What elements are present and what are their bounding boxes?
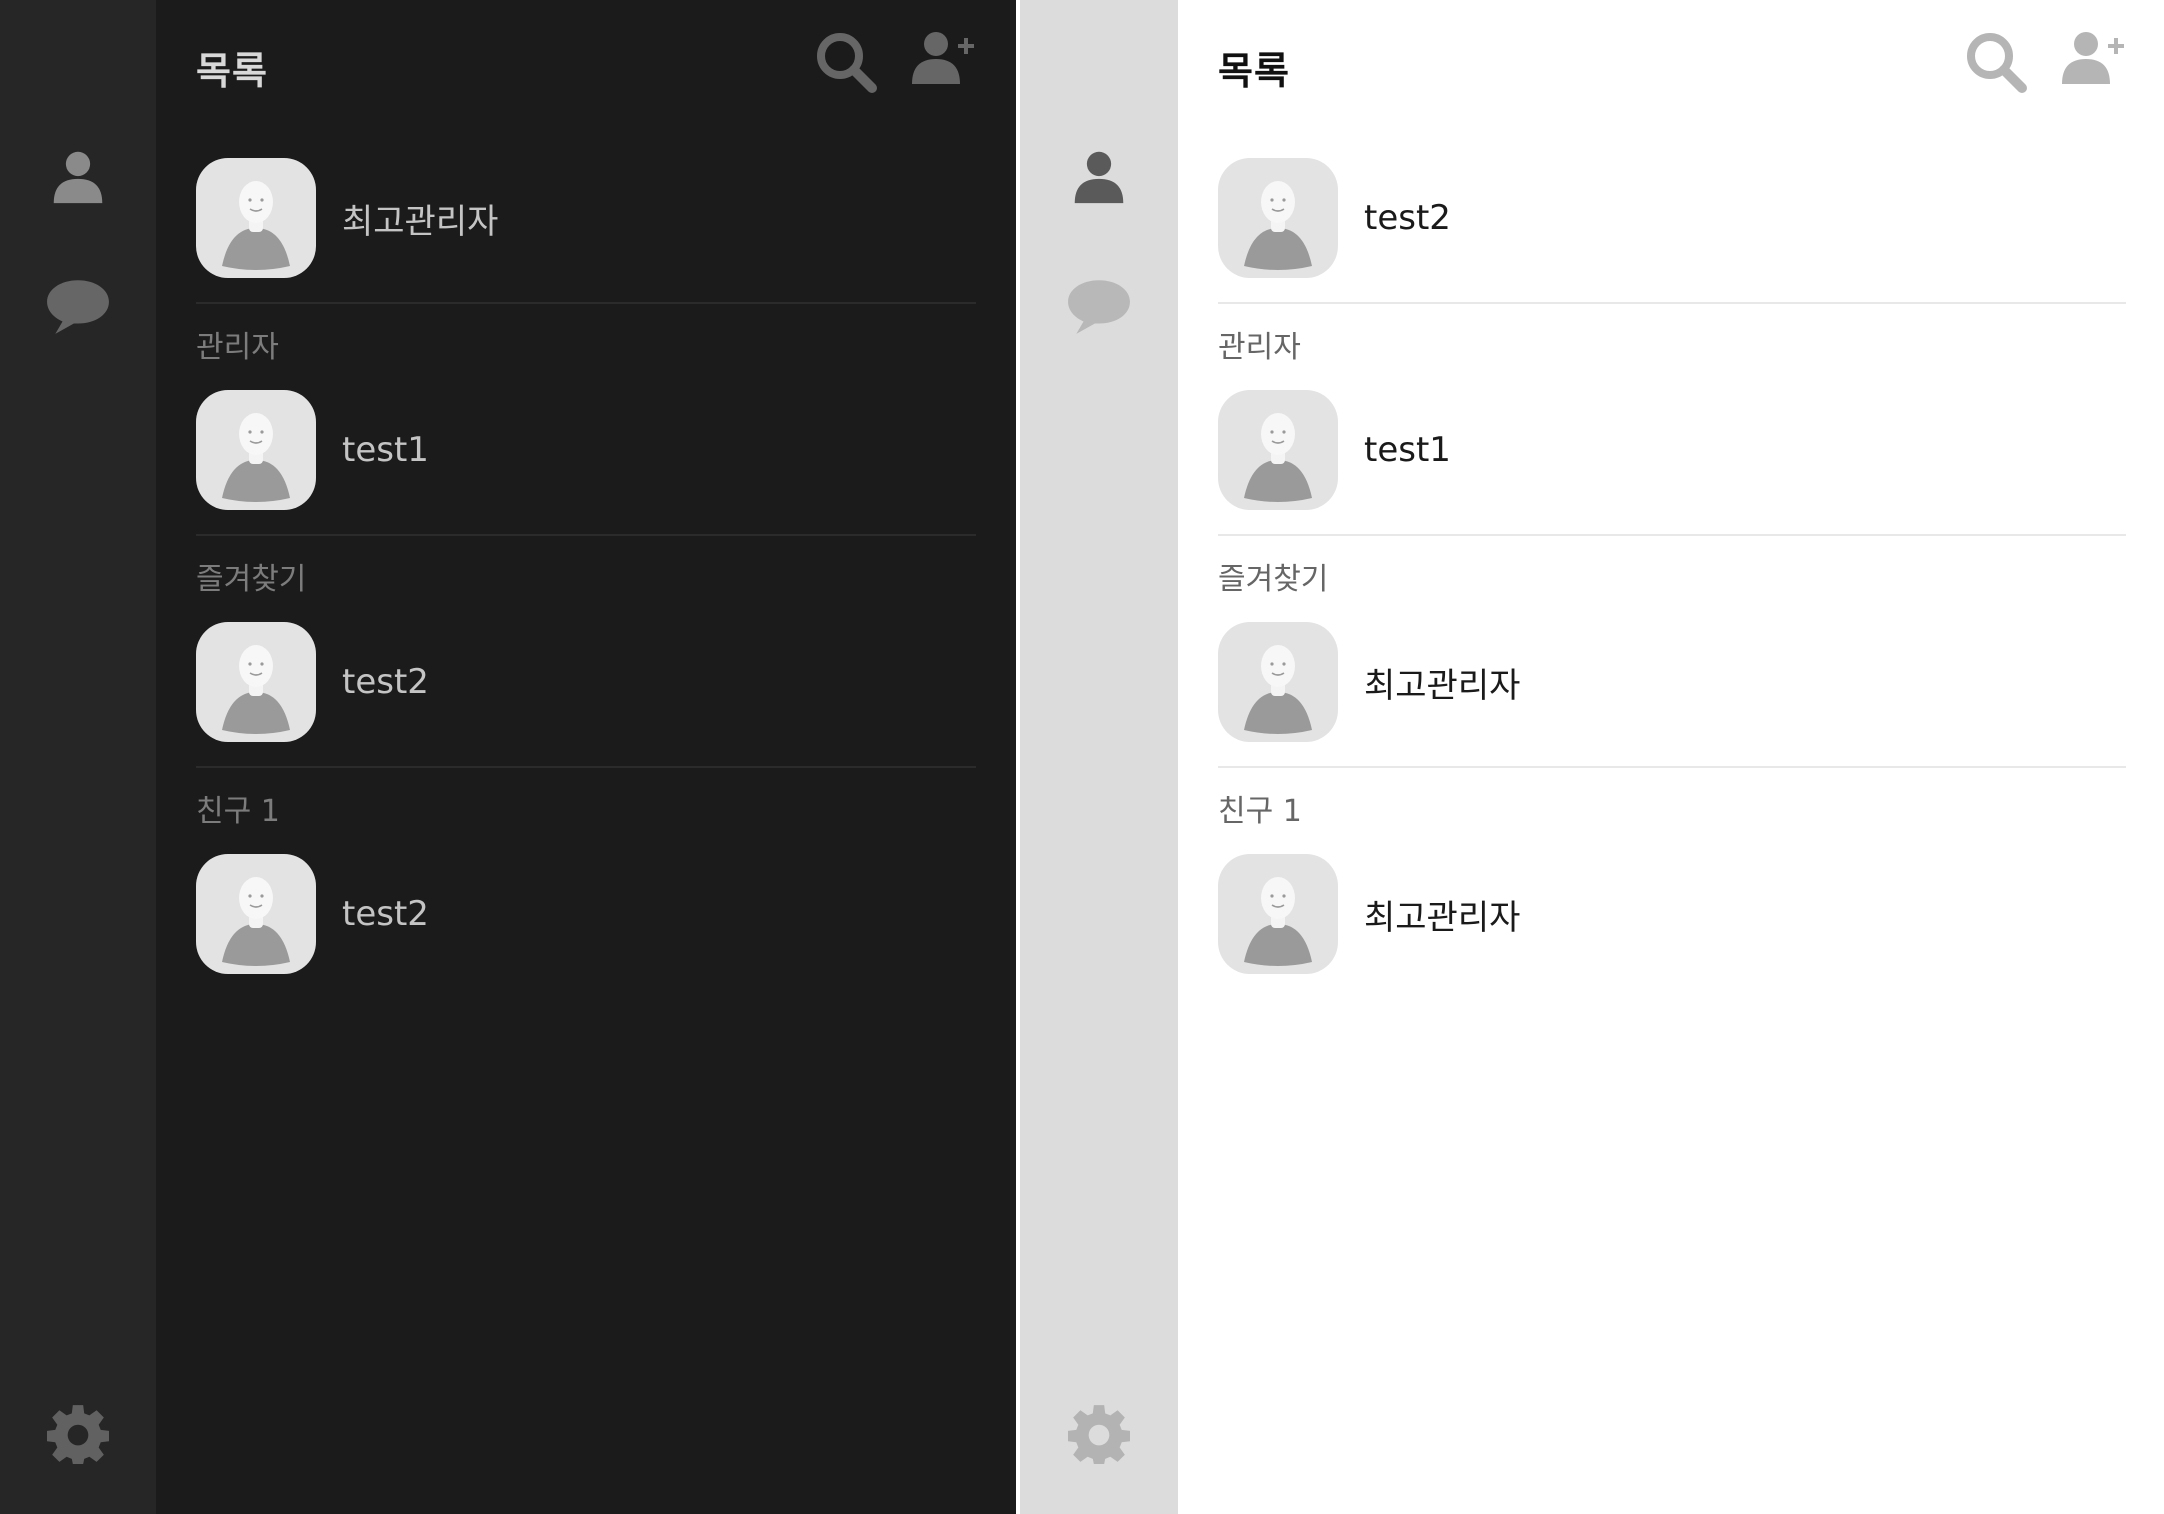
avatar <box>1218 854 1338 974</box>
search-button[interactable] <box>814 30 878 98</box>
divider <box>1218 534 2126 536</box>
avatar <box>196 390 316 510</box>
search-button[interactable] <box>1964 30 2028 98</box>
friend-name: test1 <box>1364 430 1451 470</box>
sidebar-nav <box>0 0 156 1514</box>
nav-settings-button[interactable] <box>0 1402 156 1464</box>
person-icon <box>50 146 106 208</box>
friend-name: test2 <box>342 662 429 702</box>
friend-name: 최고관리자 <box>1364 897 1521 938</box>
header: 목록 <box>196 0 976 132</box>
friend-row[interactable]: test1 <box>1218 380 2126 520</box>
section-label-favorites: 즐겨찾기 <box>196 562 307 597</box>
divider <box>196 766 976 768</box>
search-icon <box>1964 30 2028 94</box>
friend-name: test2 <box>342 894 429 934</box>
add-friend-button[interactable] <box>912 30 976 90</box>
friend-list-panel: 목록 test2 관리자 test1 즐겨찾기 최고관리자 친구 1 최고관리자 <box>1178 0 2164 1514</box>
friend-row[interactable]: 최고관리자 <box>1218 844 2126 984</box>
avatar <box>1218 390 1338 510</box>
gear-icon <box>1068 1402 1130 1464</box>
chat-bubble-icon <box>1066 278 1132 336</box>
nav-friends-button[interactable] <box>0 146 156 208</box>
sidebar-nav <box>1020 0 1178 1514</box>
section-label-admins: 관리자 <box>196 330 279 365</box>
search-icon <box>814 30 878 94</box>
light-theme-window: 목록 test2 관리자 test1 즐겨찾기 최고관리자 친구 1 최고관리자 <box>1020 0 2164 1514</box>
my-profile-row[interactable]: 최고관리자 <box>196 148 976 288</box>
nav-chat-button[interactable] <box>0 278 156 336</box>
add-friend-icon <box>912 30 976 86</box>
section-label-friends: 친구 1 <box>196 794 280 829</box>
section-label-friends: 친구 1 <box>1218 794 1302 829</box>
profile-name: 최고관리자 <box>342 201 499 242</box>
add-friend-icon <box>2062 30 2126 86</box>
divider <box>1218 302 2126 304</box>
section-label-favorites: 즐겨찾기 <box>1218 562 1329 597</box>
page-title: 목록 <box>196 49 268 93</box>
chat-bubble-icon <box>45 278 111 336</box>
avatar <box>1218 158 1338 278</box>
friend-row[interactable]: 최고관리자 <box>1218 612 2126 752</box>
friend-row[interactable]: test1 <box>196 380 976 520</box>
avatar <box>1218 622 1338 742</box>
person-icon <box>1071 146 1127 208</box>
divider <box>1218 766 2126 768</box>
avatar <box>196 854 316 974</box>
friend-row[interactable]: test2 <box>196 612 976 752</box>
section-label-admins: 관리자 <box>1218 330 1301 365</box>
dark-theme-window: 목록 최고관리자 관리자 test1 즐겨찾기 test2 친구 1 test2 <box>0 0 1016 1514</box>
nav-chat-button[interactable] <box>1020 278 1178 336</box>
my-profile-row[interactable]: test2 <box>1218 148 2126 288</box>
avatar <box>196 158 316 278</box>
header: 목록 <box>1218 0 2126 132</box>
friend-row[interactable]: test2 <box>196 844 976 984</box>
friend-name: test1 <box>342 430 429 470</box>
divider <box>196 534 976 536</box>
divider <box>196 302 976 304</box>
friend-name: 최고관리자 <box>1364 665 1521 706</box>
add-friend-button[interactable] <box>2062 30 2126 90</box>
friend-list-panel: 목록 최고관리자 관리자 test1 즐겨찾기 test2 친구 1 test2 <box>156 0 1016 1514</box>
avatar <box>196 622 316 742</box>
nav-settings-button[interactable] <box>1020 1402 1178 1464</box>
gear-icon <box>47 1402 109 1464</box>
page-title: 목록 <box>1218 49 1290 93</box>
nav-friends-button[interactable] <box>1020 146 1178 208</box>
profile-name: test2 <box>1364 198 1451 238</box>
